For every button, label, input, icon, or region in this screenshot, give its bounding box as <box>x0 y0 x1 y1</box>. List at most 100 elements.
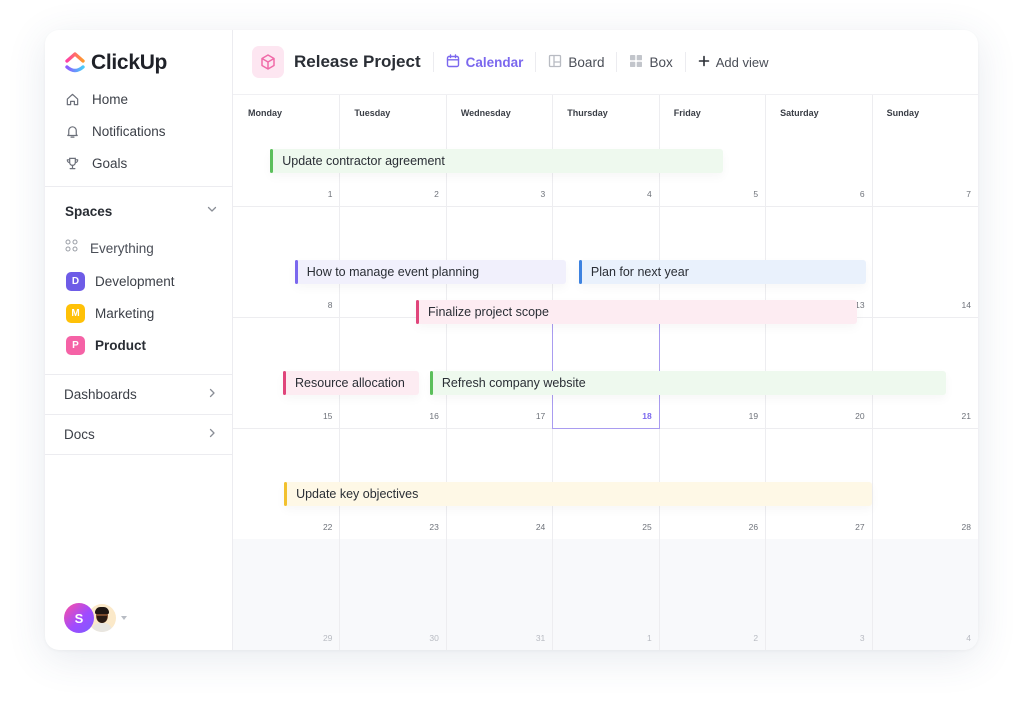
date-number: 20 <box>855 411 865 421</box>
calendar-event[interactable]: Refresh company website <box>429 371 947 395</box>
avatar[interactable]: S <box>64 603 94 633</box>
event-color-bar <box>294 260 298 284</box>
date-number: 4 <box>646 189 652 199</box>
date-number: 27 <box>855 522 865 532</box>
brand-name: ClickUp <box>91 51 168 74</box>
caret-down-icon[interactable] <box>121 616 127 620</box>
date-number: 29 <box>322 633 333 643</box>
date-number: 23 <box>429 522 439 532</box>
event-color-bar <box>429 371 433 395</box>
sidebar-section-dashboards[interactable]: Dashboards <box>45 375 232 415</box>
date-number: 2 <box>434 189 439 199</box>
day-name-header: Tuesday <box>354 108 391 118</box>
date-number: 2 <box>753 633 759 643</box>
date-number: 14 <box>961 300 971 310</box>
sidebar: ClickUp Home Notifications Goals Spaces … <box>45 30 233 650</box>
chevron-down-icon[interactable] <box>206 202 218 220</box>
date-number: 5 <box>753 189 759 199</box>
day-name-header: Monday <box>248 108 283 118</box>
event-title: Resource allocation <box>295 376 405 390</box>
event-color-bar <box>578 260 582 284</box>
date-number: 17 <box>535 411 546 421</box>
date-number: 26 <box>748 522 759 532</box>
add-view-label: Add view <box>715 54 769 70</box>
calendar-event[interactable]: Update contractor agreement <box>270 149 723 173</box>
toolbar-divider <box>684 52 686 72</box>
date-number: 8 <box>327 300 333 310</box>
calendar-event[interactable]: Update key objectives <box>284 482 872 506</box>
cube-icon <box>252 46 284 78</box>
app-window: ClickUp Home Notifications Goals Spaces … <box>45 30 978 650</box>
day-name-header: Sunday <box>886 108 920 118</box>
calendar-event[interactable]: Plan for next year <box>578 260 867 284</box>
grid-dots-icon <box>65 239 78 257</box>
event-color-bar <box>416 300 420 324</box>
nav-item-goals[interactable]: Goals <box>45 147 232 179</box>
space-item-label: Product <box>95 337 147 353</box>
date-number: 4 <box>966 633 971 643</box>
calendar-icon <box>446 53 460 71</box>
sidebar-section-docs[interactable]: Docs <box>45 415 232 455</box>
space-item-product[interactable]: P Product <box>45 329 232 361</box>
event-title: Plan for next year <box>590 265 689 279</box>
home-icon <box>64 91 80 107</box>
sidebar-divider <box>45 186 232 187</box>
space-item-label: Development <box>95 273 175 289</box>
date-number: 31 <box>535 633 546 643</box>
calendar-event[interactable]: Resource allocation <box>283 371 420 395</box>
brand-logo[interactable]: ClickUp <box>64 48 232 78</box>
calendar-event[interactable]: Finalize project scope <box>416 300 857 324</box>
nav-item-label: Notifications <box>92 123 166 139</box>
date-number: 1 <box>646 633 652 643</box>
user-menu[interactable]: S <box>64 603 127 633</box>
date-number: 24 <box>535 522 546 532</box>
event-title: Refresh company website <box>441 376 586 390</box>
spaces-label: Spaces <box>65 203 113 219</box>
bell-icon <box>64 123 80 139</box>
tab-box[interactable]: Box <box>629 54 673 71</box>
clickup-logo-icon <box>65 52 85 73</box>
date-number: 1 <box>327 189 333 199</box>
date-number: 30 <box>429 633 439 643</box>
day-name-header: Friday <box>673 108 701 118</box>
date-number: 3 <box>540 189 546 199</box>
section-label: Dashboards <box>64 387 137 402</box>
space-item-marketing[interactable]: M Marketing <box>45 297 232 329</box>
page-title: Release Project <box>294 52 421 71</box>
tab-board[interactable]: Board <box>548 54 604 71</box>
nav-item-label: Home <box>92 91 129 107</box>
space-item-label: Everything <box>90 240 154 256</box>
nav-item-home[interactable]: Home <box>45 83 232 115</box>
event-title: How to manage event planning <box>306 265 480 279</box>
board-icon <box>548 54 562 71</box>
tab-label: Board <box>568 54 605 70</box>
event-title: Update contractor agreement <box>282 154 445 168</box>
toolbar-divider <box>535 52 537 72</box>
add-view-button[interactable]: Add view <box>698 54 769 70</box>
nav-item-label: Goals <box>92 155 128 171</box>
view-header: Release Project Calendar Board Box Add v… <box>233 30 978 95</box>
toolbar-divider <box>432 52 434 72</box>
day-name-header: Saturday <box>780 108 819 118</box>
date-number: 3 <box>859 633 865 643</box>
main-content: Release Project Calendar Board Box Add v… <box>233 30 978 650</box>
space-item-development[interactable]: D Development <box>45 265 232 297</box>
box-icon <box>629 54 643 71</box>
space-item-everything[interactable]: Everything <box>45 231 232 265</box>
date-number: 28 <box>961 522 971 532</box>
space-badge: P <box>66 335 85 355</box>
event-title: Update key objectives <box>296 487 419 501</box>
space-badge: M <box>66 303 85 323</box>
trophy-icon <box>64 155 80 171</box>
date-number: 19 <box>748 411 759 421</box>
date-number: 16 <box>429 411 439 421</box>
spaces-header[interactable]: Spaces <box>45 193 232 229</box>
nav-item-notifications[interactable]: Notifications <box>45 115 232 147</box>
tab-calendar[interactable]: Calendar <box>446 53 523 71</box>
calendar-event[interactable]: How to manage event planning <box>294 260 567 284</box>
event-color-bar <box>284 482 288 506</box>
event-title: Finalize project scope <box>428 305 549 319</box>
calendar-week: 29 30 31 1 2 3 4 <box>233 539 978 650</box>
tab-label: Box <box>649 54 673 70</box>
space-badge: D <box>66 271 85 291</box>
